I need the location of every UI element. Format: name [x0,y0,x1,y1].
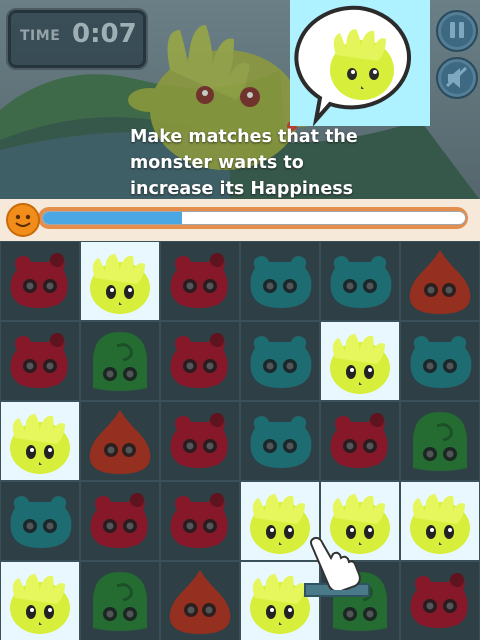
board-tile-teal-bear[interactable] [241,242,319,320]
mute-button[interactable] [436,57,478,99]
teal-bear-icon [330,256,392,308]
red-bear-icon [170,493,228,548]
board-tile-green-swirl[interactable] [81,562,159,640]
board-tile-orange-drop[interactable] [81,402,159,480]
red-bear-icon [10,333,68,388]
red-bear-icon [90,493,148,548]
green-swirl-icon [93,332,147,391]
orange-drop-icon [169,570,231,634]
hand-pointer-icon [310,536,361,590]
red-bear-icon [10,253,68,308]
pause-icon [450,22,464,38]
board-tile-teal-bear[interactable] [1,482,79,560]
board-tile-teal-bear[interactable] [241,402,319,480]
red-bear-icon [170,333,228,388]
pause-button[interactable] [436,10,478,52]
board-tile-yellow-blob[interactable] [81,242,159,320]
board-tile-red-bear[interactable] [1,322,79,400]
board-tile-yellow-blob[interactable] [321,322,399,400]
board-tile-red-bear[interactable] [81,482,159,560]
board-tile-green-swirl[interactable] [81,322,159,400]
board-tile-red-bear[interactable] [161,482,239,560]
red-bear-icon [170,253,228,308]
board-tile-red-bear[interactable] [161,322,239,400]
board-tile-red-bear[interactable] [321,402,399,480]
yellow-blob-icon [330,334,390,394]
time-label: TIME [20,28,61,44]
board-tile-teal-bear[interactable] [241,322,319,400]
mute-icon [445,66,468,88]
board-tile-red-bear[interactable] [401,562,479,640]
green-swirl-icon [93,572,147,631]
yellow-blob-icon [10,414,70,474]
teal-bear-icon [410,336,472,388]
board-tile-teal-bear[interactable] [321,242,399,320]
teal-bear-icon [250,336,312,388]
monster-request-panel [290,0,430,127]
board-tile-teal-bear[interactable] [401,322,479,400]
teal-bear-icon [10,496,72,548]
teal-bear-icon [250,416,312,468]
red-bear-icon [330,413,388,468]
yellow-blob-icon [10,574,70,634]
board-tile-red-bear[interactable] [161,402,239,480]
yellow-blob-icon [90,254,150,314]
orange-drop-icon [409,250,471,314]
board-tile-yellow-blob[interactable] [1,402,79,480]
board-tile-yellow-blob[interactable] [1,562,79,640]
red-bear-icon [410,573,468,628]
game-scene: TIME 0:07 Make matches that the monster … [0,0,480,640]
board-tile-green-swirl[interactable] [401,402,479,480]
time-value: 0:07 [72,19,137,49]
game-board [0,241,480,640]
board-tile-red-bear[interactable] [1,242,79,320]
board-tile-orange-drop[interactable] [161,562,239,640]
instruction-text: Make matches that the monster wants to i… [130,127,358,199]
happiness-bar [42,211,466,225]
green-swirl-icon [413,412,467,471]
timer-panel: TIME 0:07 [6,8,148,70]
teal-bear-icon [250,256,312,308]
happy-face-icon [6,203,40,237]
board-tile-orange-drop[interactable] [401,242,479,320]
board-tile-yellow-blob[interactable] [401,482,479,560]
yellow-blob-icon [410,494,470,554]
happiness-bar-fill [43,212,183,224]
red-bear-icon [170,413,228,468]
board-tile-red-bear[interactable] [161,242,239,320]
orange-drop-icon [89,410,151,474]
speech-bubble-icon [294,5,412,127]
